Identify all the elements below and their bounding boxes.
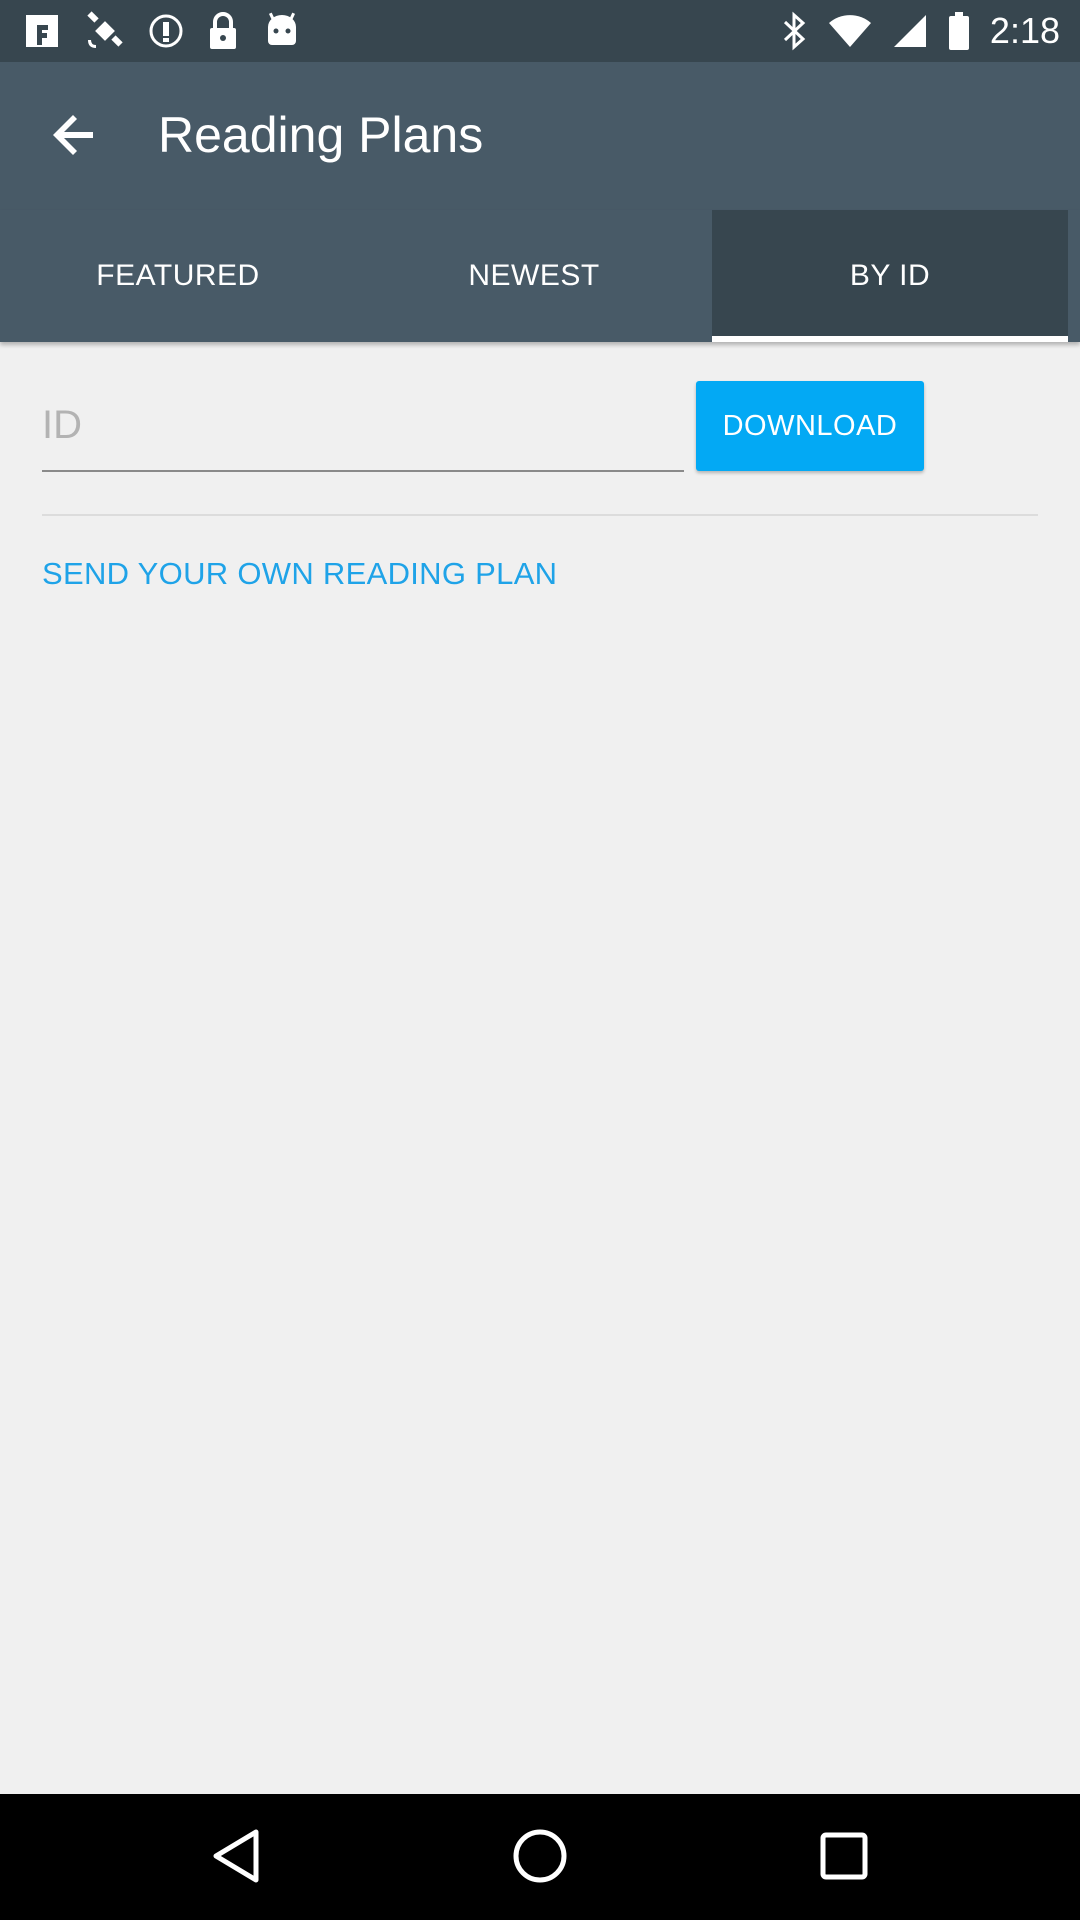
id-field-container [42, 380, 684, 472]
app-bar: Reading Plans [0, 62, 1080, 210]
status-left-icons [22, 10, 302, 52]
cell-signal-icon [892, 13, 928, 49]
fake-gps-icon [22, 11, 62, 51]
nav-home-button[interactable] [504, 1822, 576, 1894]
lock-icon [206, 11, 240, 51]
wifi-icon [828, 13, 872, 49]
back-button[interactable] [34, 102, 114, 172]
bluetooth-icon [782, 11, 808, 51]
recents-square-icon [819, 1831, 869, 1886]
status-right-icons: 2:18 [782, 10, 1060, 52]
send-reading-plan-link[interactable]: SEND YOUR OWN READING PLAN [42, 556, 557, 592]
tab-bar: FEATURED NEWEST BY ID [0, 210, 1080, 342]
tab-newest-label: NEWEST [468, 259, 600, 292]
nav-back-button[interactable] [200, 1822, 272, 1894]
tab-by-id[interactable]: BY ID [712, 210, 1068, 342]
navigation-bar [0, 1794, 1080, 1920]
divider [42, 514, 1038, 516]
info-circle-icon [148, 13, 184, 49]
battery-icon [948, 11, 970, 51]
download-button[interactable]: DOWNLOAD [696, 381, 924, 471]
id-input[interactable] [42, 380, 684, 470]
home-circle-icon [512, 1828, 568, 1889]
tab-by-id-label: BY ID [849, 259, 931, 292]
page-title: Reading Plans [158, 107, 484, 163]
android-icon [262, 11, 302, 51]
status-time: 2:18 [989, 10, 1060, 51]
tab-featured[interactable]: FEATURED [0, 210, 356, 342]
nav-recents-button[interactable] [808, 1822, 880, 1894]
tab-bar-spacer [1068, 210, 1080, 342]
satellite-icon [84, 10, 126, 52]
tab-newest[interactable]: NEWEST [356, 210, 712, 342]
arrow-back-icon [51, 112, 97, 163]
status-bar: 2:18 [0, 0, 1080, 62]
back-triangle-icon [210, 1828, 262, 1889]
tab-featured-label: FEATURED [96, 259, 260, 292]
